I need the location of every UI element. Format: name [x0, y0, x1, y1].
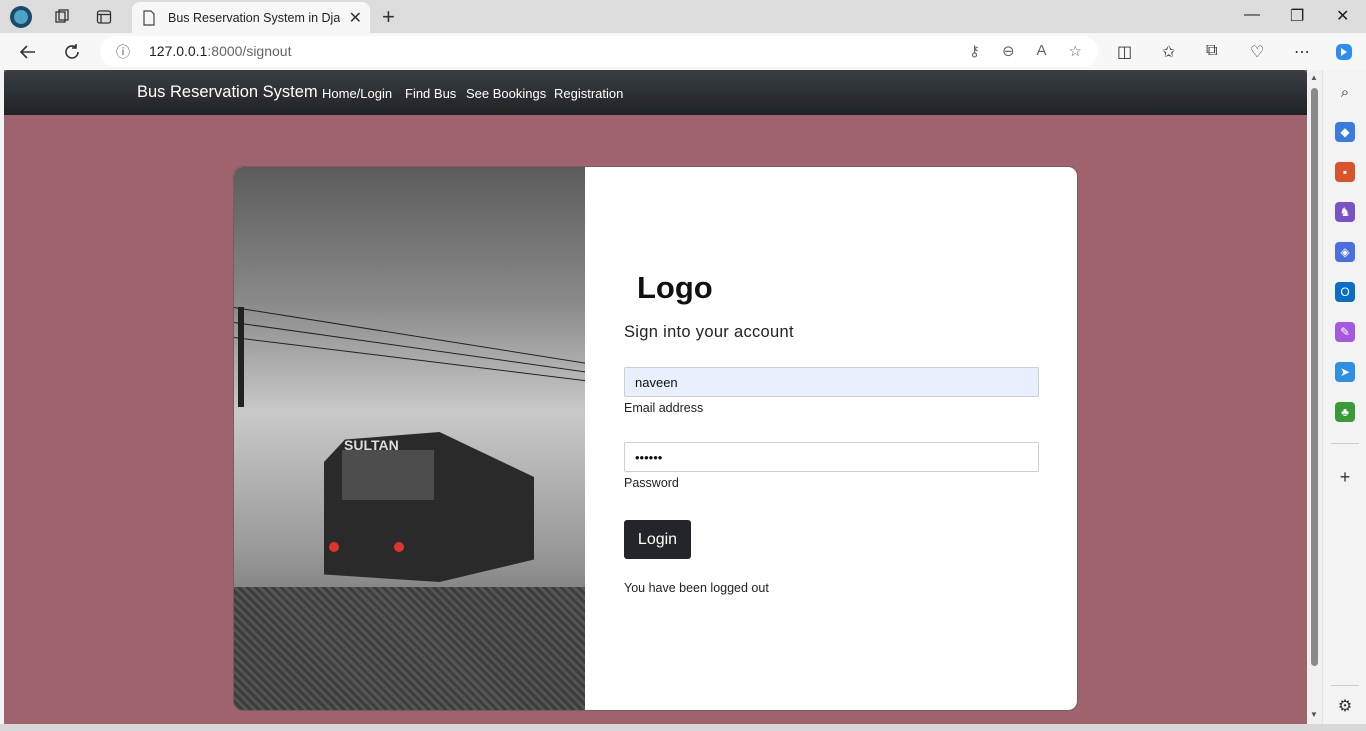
- web-page: Bus Reservation System Home/Login Find B…: [4, 70, 1307, 724]
- logout-status-message: You have been logged out: [624, 581, 769, 595]
- send-icon[interactable]: ➤: [1335, 362, 1355, 382]
- back-icon[interactable]: [15, 39, 41, 65]
- nav-home-login[interactable]: Home/Login: [322, 86, 392, 101]
- key-icon[interactable]: ⚷: [969, 42, 980, 60]
- more-menu-icon[interactable]: ⋯: [1294, 42, 1310, 62]
- signin-subtitle: Sign into your account: [624, 323, 794, 341]
- close-window-icon[interactable]: ✕: [1336, 6, 1349, 26]
- address-bar[interactable]: ⓘ 127.0.0.1:8000/signout ⚷ ⊖ A ☆: [100, 36, 1098, 67]
- url-text[interactable]: 127.0.0.1:8000/signout: [149, 43, 291, 59]
- tree-icon[interactable]: ♣: [1335, 402, 1355, 422]
- email-label: Email address: [624, 401, 704, 415]
- minimize-icon[interactable]: —: [1244, 6, 1260, 24]
- new-tab-button[interactable]: +: [382, 4, 395, 30]
- browser-sidebar: ⌕ ◆ ▪ ♞ ◈ O ✎ ➤ ♣ + ⚙: [1322, 70, 1366, 731]
- nav-registration[interactable]: Registration: [554, 86, 623, 101]
- outlook-icon[interactable]: O: [1335, 282, 1355, 302]
- address-row: ⓘ 127.0.0.1:8000/signout ⚷ ⊖ A ☆ ◫ ✩ ⧉ ♡…: [0, 33, 1366, 70]
- page-icon: [143, 9, 155, 26]
- bus-photo: SULTAN: [234, 167, 585, 710]
- scroll-down-icon[interactable]: ▼: [1310, 710, 1318, 719]
- email-input[interactable]: naveen: [624, 367, 1039, 397]
- games-chess-icon[interactable]: ♞: [1335, 202, 1355, 222]
- url-path: :8000/signout: [207, 43, 292, 59]
- login-card: SULTAN Logo Sign into your account navee…: [233, 166, 1078, 711]
- bus-sign-text: SULTAN: [344, 437, 399, 453]
- password-label: Password: [624, 476, 679, 490]
- settings-gear-icon[interactable]: ⚙: [1335, 696, 1355, 716]
- zoom-out-icon[interactable]: ⊖: [1002, 42, 1015, 60]
- microsoft365-icon[interactable]: ◈: [1335, 242, 1355, 262]
- browser-titlebar: Bus Reservation System in Djang ✕ + — ❐ …: [0, 0, 1366, 33]
- favorites-icon[interactable]: ✩: [1162, 42, 1175, 62]
- search-icon[interactable]: ⌕: [1335, 82, 1355, 102]
- nav-see-bookings[interactable]: See Bookings: [466, 86, 546, 101]
- browser-tab[interactable]: Bus Reservation System in Djang ✕: [132, 2, 370, 33]
- site-info-icon[interactable]: ⓘ: [116, 42, 130, 62]
- scroll-thumb[interactable]: [1311, 88, 1318, 666]
- add-sidebar-app-icon[interactable]: +: [1335, 467, 1355, 487]
- bus-image: SULTAN: [324, 422, 534, 592]
- url-host: 127.0.0.1: [149, 43, 208, 59]
- nav-find-bus[interactable]: Find Bus: [405, 86, 456, 101]
- logo-heading: Logo: [637, 270, 713, 305]
- password-input[interactable]: ••••••: [624, 442, 1039, 472]
- favorite-star-icon[interactable]: ☆: [1069, 42, 1082, 60]
- scroll-up-icon[interactable]: ▲: [1310, 73, 1318, 82]
- browser-essentials-icon[interactable]: ♡: [1250, 42, 1264, 62]
- navbar-brand[interactable]: Bus Reservation System: [137, 83, 318, 102]
- taskbar-strip: [0, 724, 1366, 731]
- login-button[interactable]: Login: [624, 520, 691, 559]
- split-screen-icon[interactable]: ◫: [1117, 42, 1132, 62]
- workspaces-icon[interactable]: [50, 5, 74, 29]
- tab-actions-icon[interactable]: [92, 5, 116, 29]
- page-scrollbar[interactable]: ▲ ▼: [1307, 70, 1322, 724]
- tab-title: Bus Reservation System in Djang: [168, 10, 340, 25]
- read-aloud-icon[interactable]: A: [1037, 42, 1047, 60]
- designer-icon[interactable]: ✎: [1335, 322, 1355, 342]
- restore-icon[interactable]: ❐: [1290, 6, 1304, 26]
- tools-briefcase-icon[interactable]: ▪: [1335, 162, 1355, 182]
- profile-icon[interactable]: [9, 5, 33, 29]
- refresh-icon[interactable]: [59, 39, 85, 65]
- copilot-icon[interactable]: [1334, 42, 1354, 67]
- site-navbar: Bus Reservation System Home/Login Find B…: [4, 70, 1307, 115]
- shopping-tag-icon[interactable]: ◆: [1335, 122, 1355, 142]
- collections-icon[interactable]: ⧉: [1206, 42, 1217, 60]
- close-tab-icon[interactable]: ✕: [349, 8, 362, 28]
